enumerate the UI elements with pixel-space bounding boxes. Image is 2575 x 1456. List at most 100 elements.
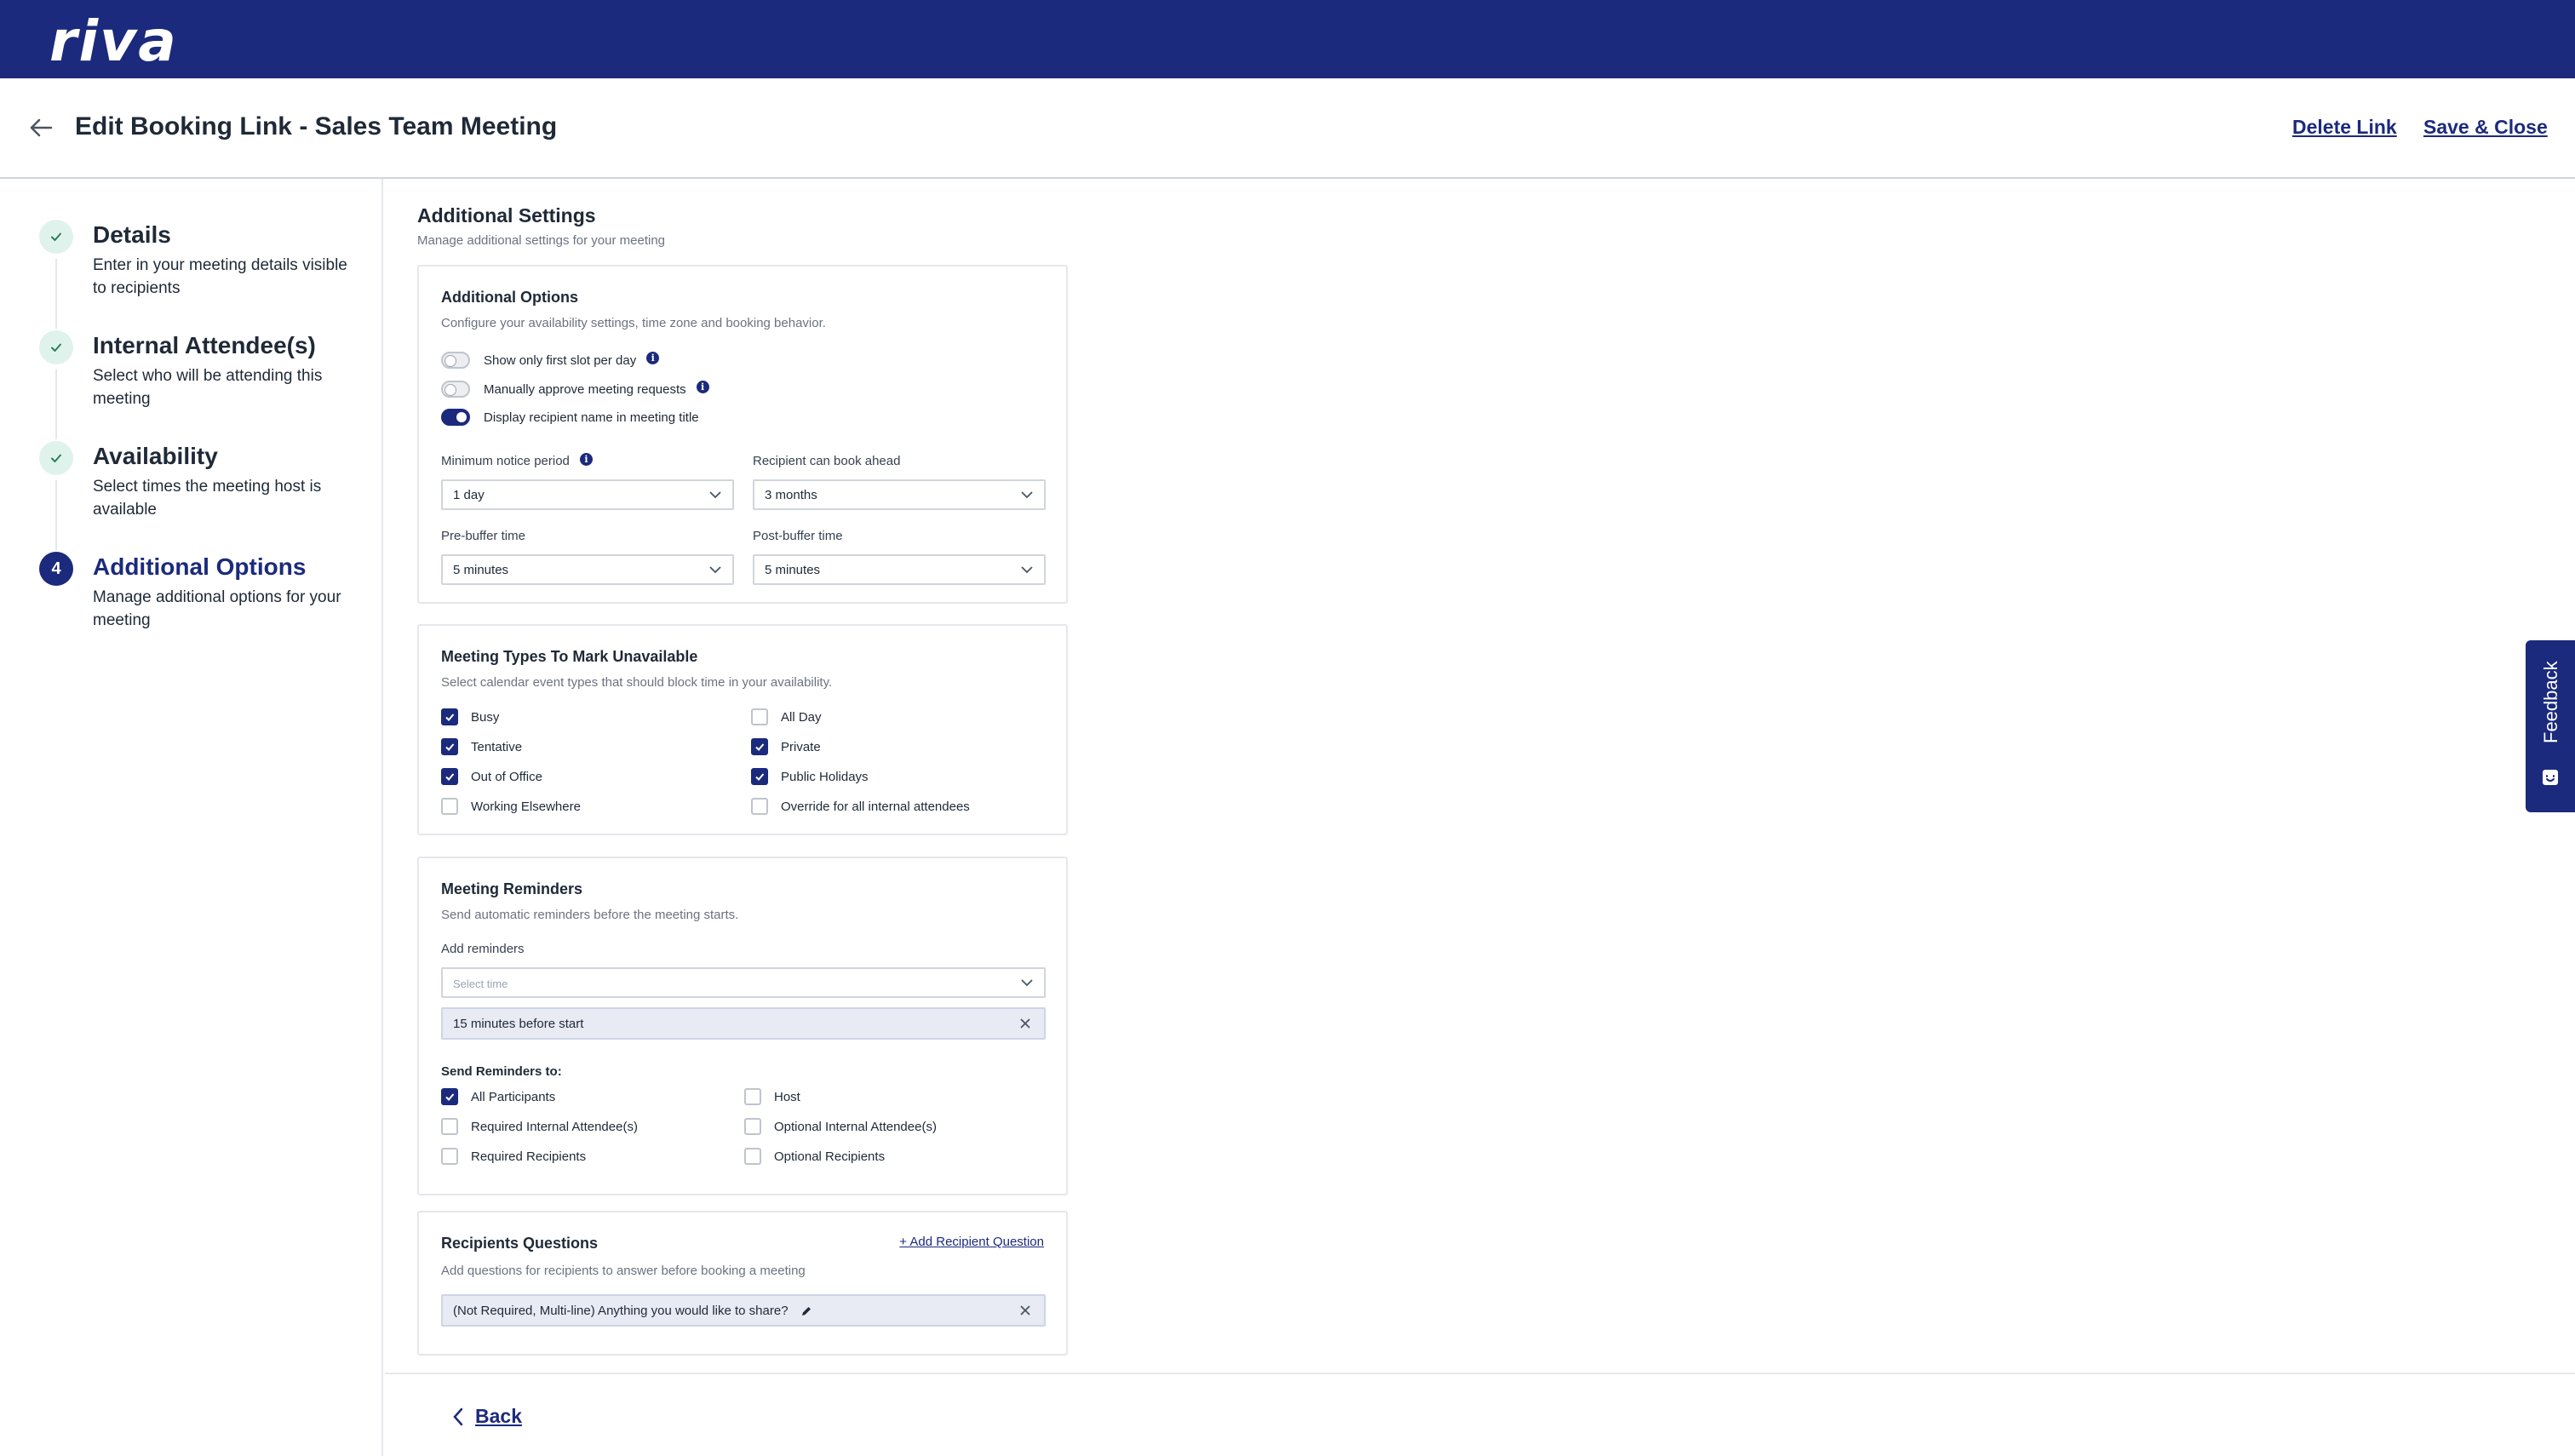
checkbox-tentative[interactable]: Tentative xyxy=(441,738,522,755)
step-description: Manage additional options for your meeti… xyxy=(93,588,341,629)
checkbox-override-internal[interactable]: Override for all internal attendees xyxy=(751,798,970,815)
checkbox-host[interactable]: Host xyxy=(744,1088,800,1105)
card-title: Meeting Reminders xyxy=(441,880,583,897)
checkbox-unchecked[interactable] xyxy=(441,1148,458,1165)
checkbox-checked[interactable] xyxy=(441,1088,458,1105)
card-title: Meeting Types To Mark Unavailable xyxy=(441,648,698,665)
manual-approve-toggle[interactable] xyxy=(441,381,470,398)
check-icon xyxy=(39,330,73,364)
checkbox-label: Required Recipients xyxy=(471,1149,587,1164)
checkbox-label: Out of Office xyxy=(471,769,542,784)
send-reminders-label: Send Reminders to: xyxy=(441,1064,562,1079)
pre-buffer-select[interactable]: 5 minutes xyxy=(441,554,734,585)
checkbox-private[interactable]: Private xyxy=(751,738,821,755)
info-icon[interactable]: i xyxy=(646,351,660,364)
reminder-time-select[interactable]: Select time xyxy=(441,967,1046,998)
pencil-icon[interactable] xyxy=(800,1305,812,1317)
display-name-toggle[interactable] xyxy=(441,409,470,426)
step-connector xyxy=(55,480,57,550)
checkbox-label: Tentative xyxy=(471,739,523,754)
chevron-left-icon xyxy=(453,1407,463,1425)
checkbox-public-holidays[interactable]: Public Holidays xyxy=(751,768,869,785)
checkbox-working-elsewhere[interactable]: Working Elsewhere xyxy=(441,798,581,815)
reminder-chip: 15 minutes before start xyxy=(441,1007,1046,1040)
checkbox-unchecked[interactable] xyxy=(441,1118,458,1135)
step-number-badge: 4 xyxy=(39,552,73,586)
step-title: Availability xyxy=(93,443,218,469)
card-title: Recipients Questions xyxy=(441,1235,599,1252)
step-connector xyxy=(55,259,57,329)
checkbox-label: Override for all internal attendees xyxy=(781,799,970,814)
checkbox-checked[interactable] xyxy=(751,738,768,755)
checkbox-checked[interactable] xyxy=(441,768,458,785)
checkbox-label: Public Holidays xyxy=(781,769,869,784)
toggle-row-first-slot[interactable]: Show only first slot per day i xyxy=(441,351,660,369)
check-icon xyxy=(39,220,73,254)
checkbox-busy[interactable]: Busy xyxy=(441,708,499,725)
checkbox-label: All Participants xyxy=(471,1089,556,1104)
steps-sidebar: Details Enter in your meeting details vi… xyxy=(0,179,383,1456)
checkbox-unchecked[interactable] xyxy=(441,798,458,815)
meeting-types-card: Meeting Types To Mark Unavailable Select… xyxy=(417,624,1068,835)
first-slot-toggle[interactable] xyxy=(441,352,470,369)
checkbox-unchecked[interactable] xyxy=(744,1118,761,1135)
checkbox-unchecked[interactable] xyxy=(751,798,768,815)
chip-text: 15 minutes before start xyxy=(453,1017,584,1031)
card-title: Additional Options xyxy=(441,289,578,306)
checkbox-all-participants[interactable]: All Participants xyxy=(441,1088,555,1105)
meeting-reminders-card: Meeting Reminders Send automatic reminde… xyxy=(417,857,1068,1195)
section-title: Additional Settings xyxy=(417,204,596,226)
checkbox-unchecked[interactable] xyxy=(744,1088,761,1105)
checkbox-label: Working Elsewhere xyxy=(471,799,581,814)
back-arrow-icon[interactable] xyxy=(26,112,56,143)
footer-bar: Back xyxy=(385,1373,2575,1456)
card-subtitle: Send automatic reminders before the meet… xyxy=(441,908,739,922)
checkbox-label: Optional Recipients xyxy=(774,1149,886,1164)
checkbox-checked[interactable] xyxy=(751,768,768,785)
step-description: Select who will be attending this meetin… xyxy=(93,367,323,408)
back-button[interactable]: Back xyxy=(451,1405,522,1428)
checkbox-required-internal[interactable]: Required Internal Attendee(s) xyxy=(441,1118,638,1135)
post-buffer-select[interactable]: 5 minutes xyxy=(753,554,1046,585)
book-ahead-select[interactable]: 3 months xyxy=(753,479,1046,510)
min-notice-select[interactable]: 1 day xyxy=(441,479,734,510)
checkbox-label: All Day xyxy=(781,709,822,725)
toggle-row-manual-approve[interactable]: Manually approve meeting requests i xyxy=(441,380,709,398)
chevron-down-icon xyxy=(1021,566,1033,574)
toggle-label: Show only first slot per day xyxy=(484,353,637,368)
info-icon[interactable]: i xyxy=(696,380,709,393)
chevron-down-icon xyxy=(709,491,721,499)
chevron-down-icon xyxy=(1021,491,1033,499)
add-recipient-question-link[interactable]: + Add Recipient Question xyxy=(899,1235,1044,1249)
additional-options-card: Additional Options Configure your availa… xyxy=(417,265,1068,604)
checkbox-unchecked[interactable] xyxy=(751,708,768,725)
section-subtitle: Manage additional settings for your meet… xyxy=(417,233,666,248)
min-notice-label: Minimum notice period i xyxy=(441,453,593,468)
checkbox-unchecked[interactable] xyxy=(744,1148,761,1165)
step-title: Details xyxy=(93,221,171,248)
checkbox-checked[interactable] xyxy=(441,708,458,725)
checkbox-required-recipients[interactable]: Required Recipients xyxy=(441,1148,586,1165)
checkbox-checked[interactable] xyxy=(441,738,458,755)
select-value: 5 minutes xyxy=(765,563,821,577)
feedback-label: Feedback xyxy=(2540,661,2561,743)
riva-logo[interactable]: riva xyxy=(49,9,178,74)
feedback-tab[interactable]: Feedback xyxy=(2526,640,2575,812)
question-chip: (Not Required, Multi-line) Anything you … xyxy=(441,1294,1046,1327)
info-icon[interactable]: i xyxy=(579,453,593,466)
toggle-label: Manually approve meeting requests xyxy=(484,381,686,397)
delete-link-button[interactable]: Delete Link xyxy=(2292,116,2397,139)
toggle-row-display-name[interactable]: Display recipient name in meeting title xyxy=(441,409,699,426)
save-close-button[interactable]: Save & Close xyxy=(2423,116,2548,139)
select-value: 5 minutes xyxy=(453,563,509,577)
card-subtitle: Add questions for recipients to answer b… xyxy=(441,1264,806,1278)
step-connector xyxy=(55,370,57,439)
question-text: (Not Required, Multi-line) Anything you … xyxy=(453,1304,789,1318)
checkbox-optional-recipients[interactable]: Optional Recipients xyxy=(744,1148,885,1165)
checkbox-optional-internal[interactable]: Optional Internal Attendee(s) xyxy=(744,1118,937,1135)
checkbox-all-day[interactable]: All Day xyxy=(751,708,822,725)
close-icon[interactable] xyxy=(1018,1304,1032,1317)
close-icon[interactable] xyxy=(1018,1017,1032,1030)
select-value: 3 months xyxy=(765,488,817,502)
checkbox-out-of-office[interactable]: Out of Office xyxy=(441,768,542,785)
